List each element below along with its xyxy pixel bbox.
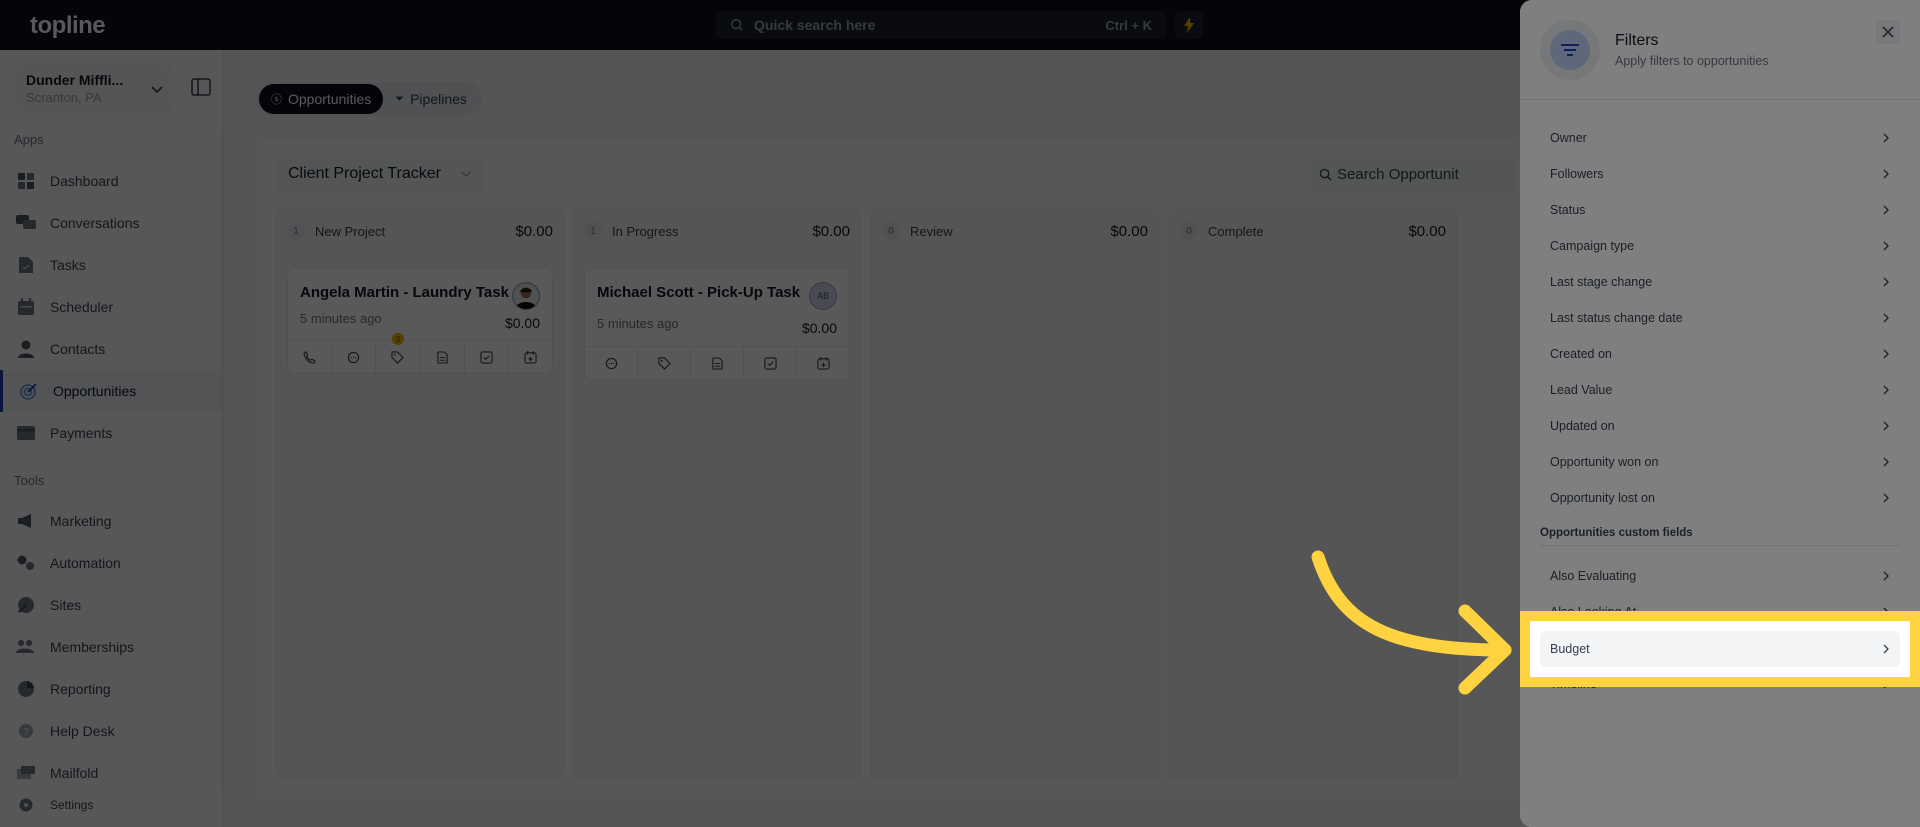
chevron-right-icon <box>1883 385 1889 395</box>
filter-item-followers[interactable]: Followers <box>1540 156 1900 192</box>
highlight-box: Budget <box>1520 611 1920 687</box>
filter-item-last-stage-change[interactable]: Last stage change <box>1540 264 1900 300</box>
filter-label: Lead Value <box>1550 383 1613 397</box>
filter-item-lead-value[interactable]: Lead Value <box>1540 372 1900 408</box>
filter-label: Campaign type <box>1550 239 1635 253</box>
chevron-right-icon <box>1883 349 1889 359</box>
drawer-subtitle: Apply filters to opportunities <box>1615 54 1769 68</box>
filter-label: Opportunity lost on <box>1550 491 1655 505</box>
filter-label: Last stage change <box>1550 275 1653 289</box>
chevron-right-icon <box>1883 313 1889 323</box>
chevron-right-icon <box>1883 644 1889 654</box>
chevron-right-icon <box>1883 169 1889 179</box>
divider <box>1540 545 1900 546</box>
filter-label: Owner <box>1550 131 1587 145</box>
chevron-right-icon <box>1883 205 1889 215</box>
filter-item-opportunity-lost-on[interactable]: Opportunity lost on <box>1540 480 1900 516</box>
filter-item-budget[interactable]: Budget <box>1540 631 1900 667</box>
filter-item-opportunity-won-on[interactable]: Opportunity won on <box>1540 444 1900 480</box>
filter-item-created-on[interactable]: Created on <box>1540 336 1900 372</box>
close-button[interactable] <box>1876 20 1900 44</box>
chevron-right-icon <box>1883 277 1889 287</box>
filter-label: Opportunity won on <box>1550 455 1659 469</box>
chevron-right-icon <box>1883 493 1889 503</box>
custom-fields-heading: Opportunities custom fields <box>1540 527 1693 539</box>
chevron-right-icon <box>1883 133 1889 143</box>
filter-label: Last status change date <box>1550 311 1683 325</box>
filter-label: Created on <box>1550 347 1612 361</box>
filter-item-last-status-change-date[interactable]: Last status change date <box>1540 300 1900 336</box>
filter-label: Status <box>1550 203 1586 217</box>
chevron-right-icon <box>1883 241 1889 251</box>
filter-label: Followers <box>1550 167 1604 181</box>
chevron-right-icon <box>1883 571 1889 581</box>
filter-icon <box>1561 44 1579 56</box>
chevron-right-icon <box>1883 421 1889 431</box>
filter-label: Budget <box>1550 642 1590 656</box>
filter-item-status[interactable]: Status <box>1540 192 1900 228</box>
filter-item-campaign-type[interactable]: Campaign type <box>1540 228 1900 264</box>
filter-label: Updated on <box>1550 419 1615 433</box>
filter-item-owner[interactable]: Owner <box>1540 120 1900 156</box>
filter-label: Also Evaluating <box>1550 569 1637 583</box>
filters-drawer: Filters Apply filters to opportunities O… <box>1520 0 1920 827</box>
chevron-right-icon <box>1883 457 1889 467</box>
drawer-title: Filters <box>1615 32 1659 49</box>
filter-item-also-evaluating[interactable]: Also Evaluating <box>1540 558 1900 594</box>
divider <box>1520 99 1920 100</box>
filter-icon-badge <box>1540 20 1600 80</box>
filter-item-updated-on[interactable]: Updated on <box>1540 408 1900 444</box>
close-icon <box>1882 26 1894 38</box>
pointer-arrow-icon <box>1311 550 1512 695</box>
